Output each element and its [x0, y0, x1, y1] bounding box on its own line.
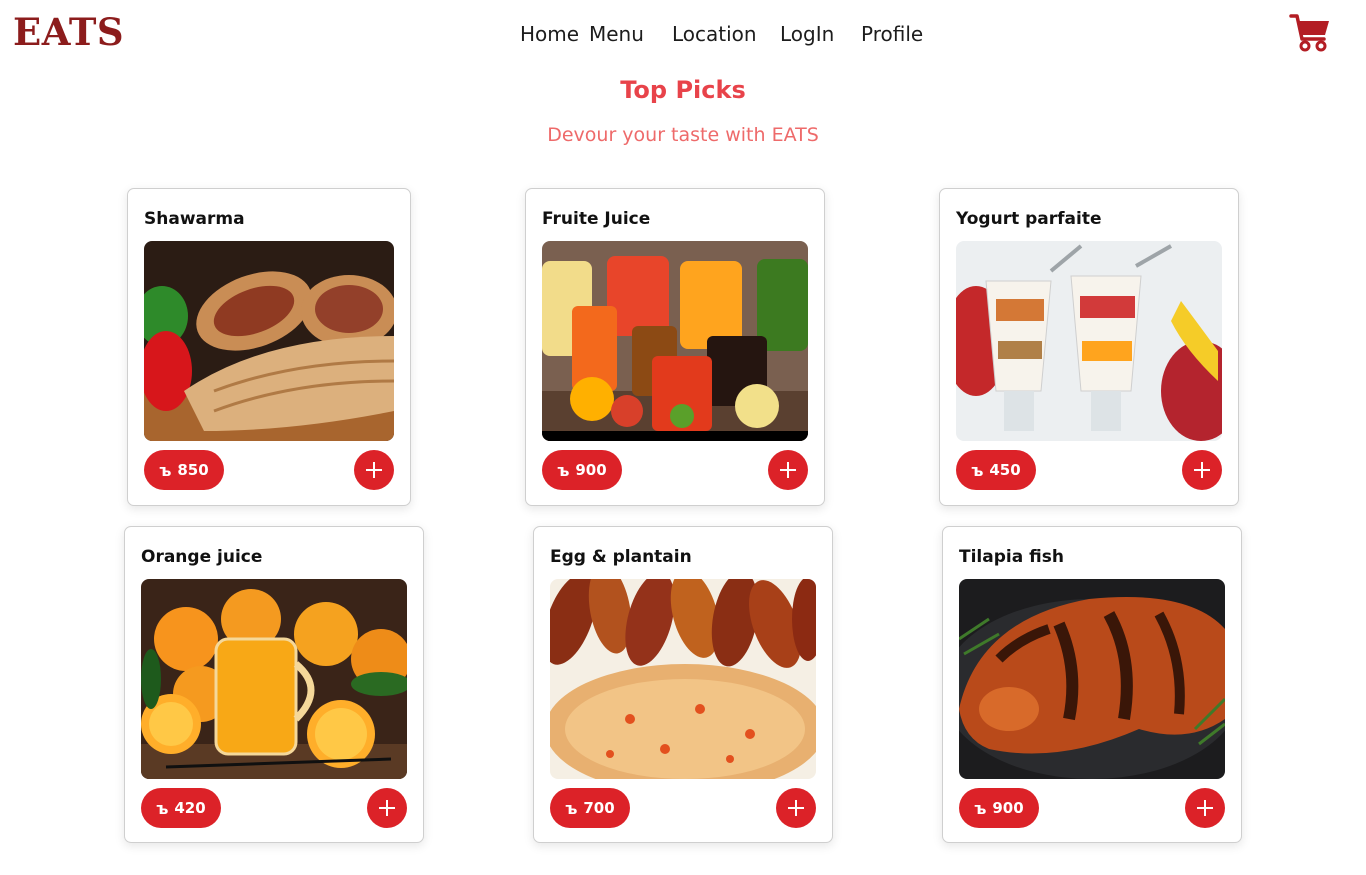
plus-icon: [788, 800, 804, 816]
add-to-cart-button[interactable]: [354, 450, 394, 490]
price-value: 900: [992, 799, 1024, 817]
nav-location[interactable]: Location: [672, 22, 757, 46]
plus-icon: [780, 462, 796, 478]
nav-menu[interactable]: Menu: [589, 22, 644, 46]
price-button[interactable]: ъ 420: [141, 788, 221, 828]
nav-profile[interactable]: Profile: [861, 22, 923, 46]
price-value: 450: [989, 461, 1021, 479]
product-name: Egg & plantain: [550, 547, 692, 567]
product-name: Yogurt parfaite: [956, 209, 1102, 229]
section-subtitle: Devour your taste with EATS: [547, 124, 819, 146]
section-title: Top Picks: [620, 76, 746, 104]
add-to-cart-button[interactable]: [367, 788, 407, 828]
add-to-cart-button[interactable]: [776, 788, 816, 828]
nav-home[interactable]: Home: [520, 22, 579, 46]
price-button[interactable]: ъ 900: [542, 450, 622, 490]
plus-icon: [1197, 800, 1213, 816]
price-value: 900: [575, 461, 607, 479]
product-name: Shawarma: [144, 209, 245, 229]
price-button[interactable]: ъ 850: [144, 450, 224, 490]
price-button[interactable]: ъ 450: [956, 450, 1036, 490]
plus-icon: [1194, 462, 1210, 478]
nav-login[interactable]: LogIn: [780, 22, 834, 46]
currency-icon: ъ: [557, 460, 570, 480]
egg-plantain-photo: [550, 579, 816, 779]
product-card: Egg & plantain ъ 700: [533, 526, 833, 843]
shopping-cart-icon[interactable]: [1289, 12, 1331, 54]
price-value: 850: [177, 461, 209, 479]
product-name: Tilapia fish: [959, 547, 1064, 567]
currency-icon: ъ: [565, 798, 578, 818]
price-button[interactable]: ъ 900: [959, 788, 1039, 828]
currency-icon: ъ: [156, 798, 169, 818]
add-to-cart-button[interactable]: [1182, 450, 1222, 490]
product-card: Shawarma ъ 850: [127, 188, 411, 506]
yogurt-parfait-photo: [956, 241, 1222, 441]
add-to-cart-button[interactable]: [1185, 788, 1225, 828]
add-to-cart-button[interactable]: [768, 450, 808, 490]
price-value: 700: [583, 799, 615, 817]
product-name: Orange juice: [141, 547, 263, 567]
currency-icon: ъ: [159, 460, 172, 480]
fruit-juice-photo: [542, 241, 808, 441]
product-card: Tilapia fish ъ 900: [942, 526, 1242, 843]
product-card: Fruite Juice ъ 900: [525, 188, 825, 506]
orange-juice-photo: [141, 579, 407, 779]
price-button[interactable]: ъ 700: [550, 788, 630, 828]
shawarma-photo: [144, 241, 394, 441]
main-nav: Home Menu Location LogIn Profile: [0, 22, 1366, 46]
product-name: Fruite Juice: [542, 209, 651, 229]
product-card: Orange juice ъ 420: [124, 526, 424, 843]
plus-icon: [379, 800, 395, 816]
product-card: Yogurt parfaite ъ 450: [939, 188, 1239, 506]
currency-icon: ъ: [971, 460, 984, 480]
currency-icon: ъ: [974, 798, 987, 818]
plus-icon: [366, 462, 382, 478]
tilapia-fish-photo: [959, 579, 1225, 779]
price-value: 420: [174, 799, 206, 817]
